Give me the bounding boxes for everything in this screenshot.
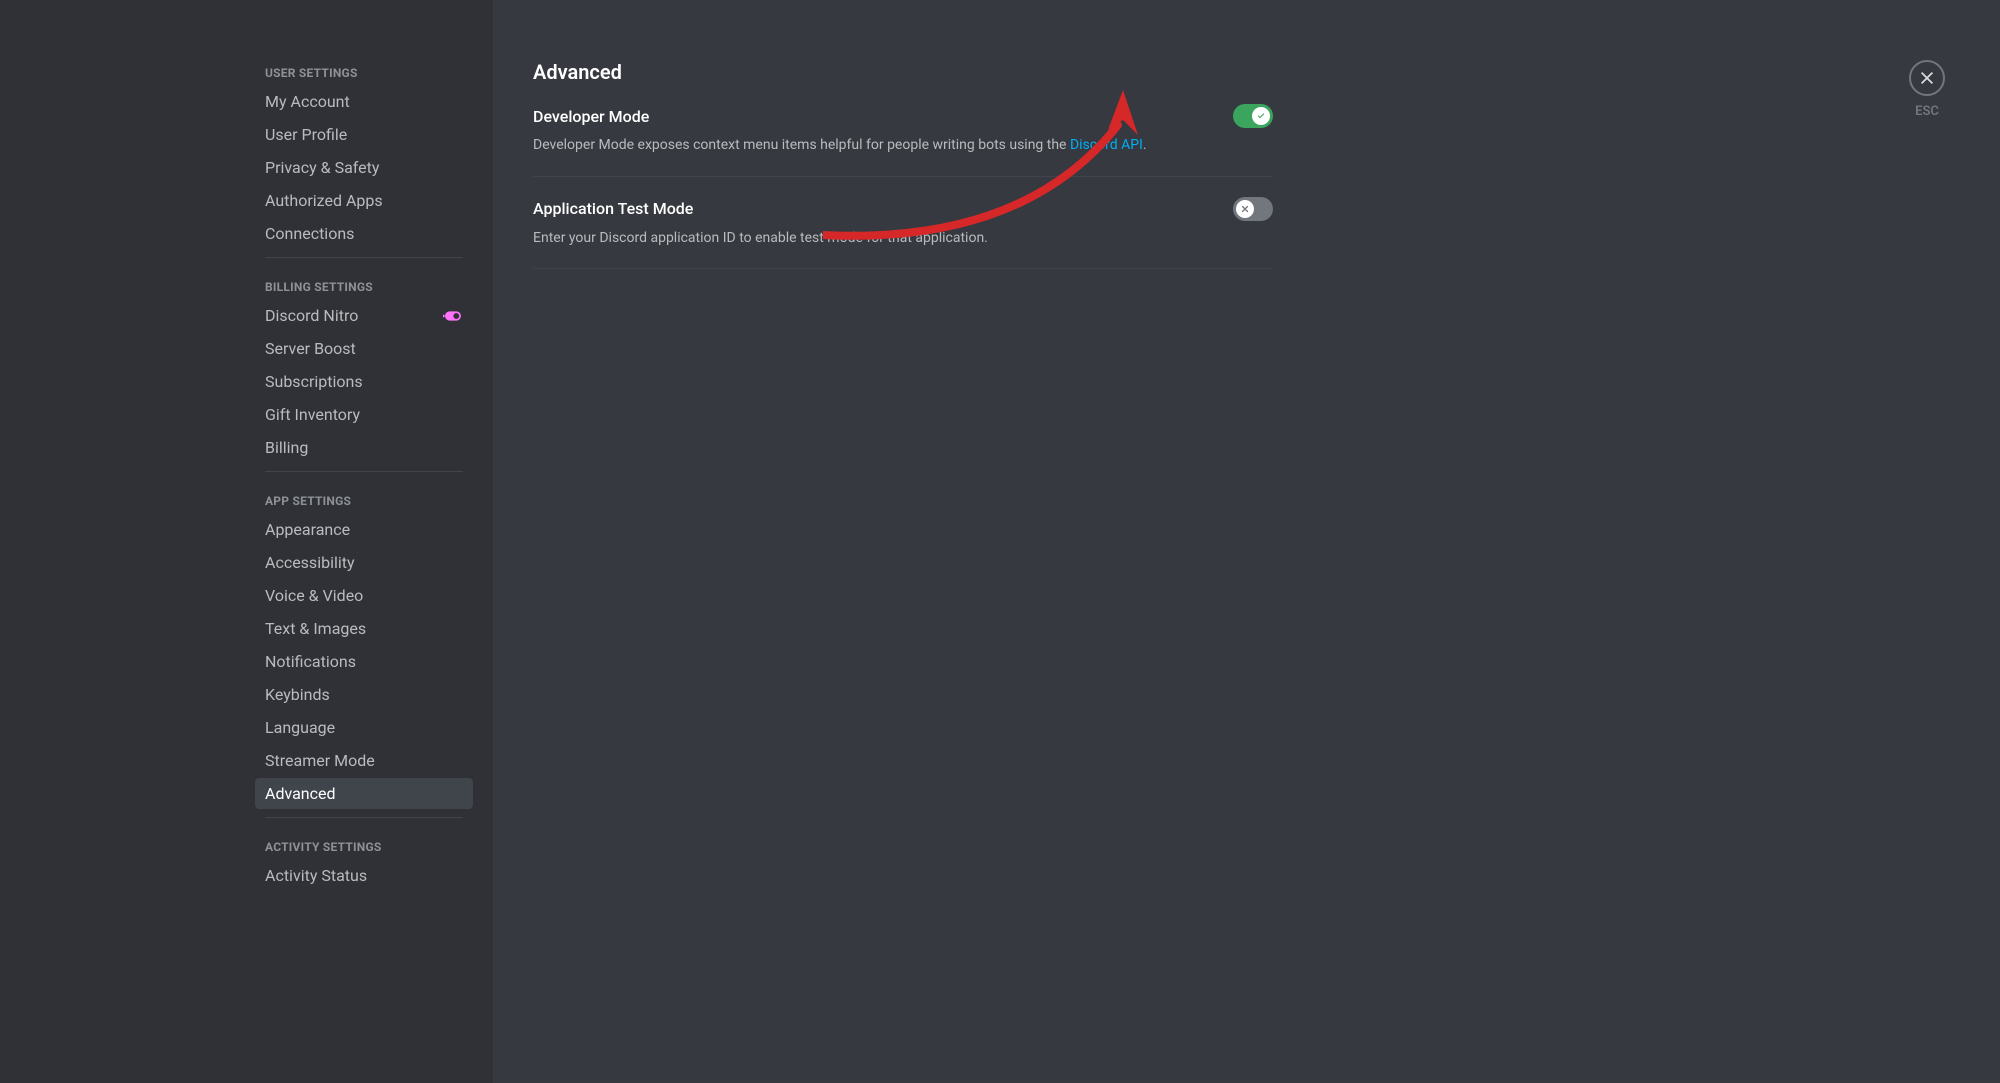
separator xyxy=(265,471,463,472)
sidebar-content: USER SETTINGS My Account User Profile Priva… xyxy=(255,60,473,1083)
discord-api-link[interactable]: Discord API xyxy=(1070,137,1143,153)
setting-description: Developer Mode exposes context menu item… xyxy=(533,136,1273,156)
separator xyxy=(265,257,463,258)
sidebar-section-header: APP SETTINGS xyxy=(255,488,473,514)
setting-developer-mode: Developer Mode Developer Mode exposes co… xyxy=(533,104,1273,177)
check-icon xyxy=(1256,111,1266,121)
toggle-thumb xyxy=(1252,107,1270,125)
close-circle xyxy=(1909,60,1945,96)
page-title: Advanced xyxy=(533,60,1273,84)
sidebar-item-appearance[interactable]: Appearance xyxy=(255,514,473,545)
sidebar-item-my-account[interactable]: My Account xyxy=(255,86,473,117)
application-test-mode-toggle[interactable] xyxy=(1233,197,1273,221)
sidebar-item-label: Voice & Video xyxy=(265,586,363,605)
sidebar-item-label: Keybinds xyxy=(265,685,330,704)
content-inner: Advanced Developer Mode Developer Mode e… xyxy=(533,60,1273,269)
nitro-icon xyxy=(443,309,463,323)
sidebar-item-notifications[interactable]: Notifications xyxy=(255,646,473,677)
sidebar-item-streamer-mode[interactable]: Streamer Mode xyxy=(255,745,473,776)
sidebar-item-label: Text & Images xyxy=(265,619,366,638)
setting-title: Application Test Mode xyxy=(533,199,693,218)
setting-header: Developer Mode xyxy=(533,104,1273,128)
setting-header: Application Test Mode xyxy=(533,197,1273,221)
close-button[interactable]: ESC xyxy=(1909,60,1945,119)
sidebar-item-label: Notifications xyxy=(265,652,356,671)
content-region: Advanced Developer Mode Developer Mode e… xyxy=(493,0,2000,1083)
sidebar-item-label: Gift Inventory xyxy=(265,405,360,424)
close-icon xyxy=(1918,69,1936,87)
sidebar-item-advanced[interactable]: Advanced xyxy=(255,778,473,809)
toggle-thumb xyxy=(1236,200,1254,218)
sidebar-item-connections[interactable]: Connections xyxy=(255,218,473,249)
sidebar-item-label: Accessibility xyxy=(265,553,355,572)
sidebar-item-authorized-apps[interactable]: Authorized Apps xyxy=(255,185,473,216)
sidebar-item-language[interactable]: Language xyxy=(255,712,473,743)
sidebar-item-subscriptions[interactable]: Subscriptions xyxy=(255,366,473,397)
sidebar-item-accessibility[interactable]: Accessibility xyxy=(255,547,473,578)
developer-mode-toggle[interactable] xyxy=(1233,104,1273,128)
sidebar: USER SETTINGS My Account User Profile Priva… xyxy=(0,0,493,1083)
sidebar-item-keybinds[interactable]: Keybinds xyxy=(255,679,473,710)
sidebar-item-label: User Profile xyxy=(265,125,347,144)
sidebar-item-label: Privacy & Safety xyxy=(265,158,379,177)
sidebar-item-gift-inventory[interactable]: Gift Inventory xyxy=(255,399,473,430)
sidebar-item-user-profile[interactable]: User Profile xyxy=(255,119,473,150)
description-prefix: Developer Mode exposes context menu item… xyxy=(533,137,1070,153)
description-suffix: . xyxy=(1143,137,1147,153)
sidebar-section-header: BILLING SETTINGS xyxy=(255,274,473,300)
setting-application-test-mode: Application Test Mode Enter your Discord… xyxy=(533,197,1273,270)
sidebar-item-label: Subscriptions xyxy=(265,372,363,391)
sidebar-item-label: Authorized Apps xyxy=(265,191,383,210)
sidebar-item-label: Streamer Mode xyxy=(265,751,375,770)
sidebar-section-header: ACTIVITY SETTINGS xyxy=(255,834,473,860)
sidebar-item-label: Language xyxy=(265,718,335,737)
setting-description: Enter your Discord application ID to ena… xyxy=(533,229,1273,249)
sidebar-item-label: Discord Nitro xyxy=(265,306,358,325)
sidebar-item-voice-video[interactable]: Voice & Video xyxy=(255,580,473,611)
x-icon xyxy=(1240,204,1250,214)
sidebar-item-label: Advanced xyxy=(265,784,336,803)
sidebar-section-header: USER SETTINGS xyxy=(255,60,473,86)
separator xyxy=(265,817,463,818)
close-label: ESC xyxy=(1915,104,1939,119)
sidebar-item-text-images[interactable]: Text & Images xyxy=(255,613,473,644)
sidebar-item-label: Billing xyxy=(265,438,308,457)
sidebar-item-discord-nitro[interactable]: Discord Nitro xyxy=(255,300,473,331)
sidebar-item-billing[interactable]: Billing xyxy=(255,432,473,463)
sidebar-item-label: Server Boost xyxy=(265,339,356,358)
sidebar-item-label: Connections xyxy=(265,224,354,243)
setting-title: Developer Mode xyxy=(533,107,649,126)
sidebar-item-label: Activity Status xyxy=(265,866,367,885)
sidebar-item-label: My Account xyxy=(265,92,350,111)
sidebar-item-activity-status[interactable]: Activity Status xyxy=(255,860,473,891)
sidebar-item-server-boost[interactable]: Server Boost xyxy=(255,333,473,364)
sidebar-item-label: Appearance xyxy=(265,520,350,539)
sidebar-item-privacy-safety[interactable]: Privacy & Safety xyxy=(255,152,473,183)
